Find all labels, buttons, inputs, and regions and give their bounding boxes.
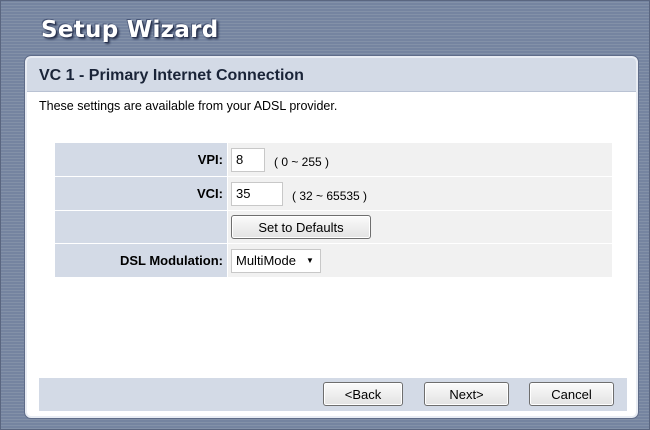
vpi-input[interactable]	[231, 147, 265, 172]
vci-label: VCI:	[55, 177, 227, 210]
vci-row: VCI: ( 32 ~ 65535 )	[55, 177, 612, 211]
cancel-button[interactable]: Cancel	[529, 382, 614, 406]
back-button[interactable]: <Back	[323, 382, 403, 406]
panel-title: VC 1 - Primary Internet Connection	[39, 67, 304, 84]
wizard-title: Setup Wizard	[41, 17, 219, 43]
dropdown-arrow-icon: ▼	[305, 256, 314, 265]
panel-header: VC 1 - Primary Internet Connection	[27, 58, 636, 92]
defaults-row: Set to Defaults	[55, 211, 612, 244]
defaults-row-label	[55, 211, 227, 243]
wizard-footer: <Back Next> Cancel	[39, 378, 627, 411]
dsl-modulation-select[interactable]: MultiMode ▼	[231, 248, 321, 273]
vci-input[interactable]	[231, 181, 283, 206]
next-button[interactable]: Next>	[424, 382, 509, 406]
set-to-defaults-button[interactable]: Set to Defaults	[231, 215, 371, 239]
vci-value-cell: ( 32 ~ 65535 )	[227, 177, 612, 210]
wizard-panel: VC 1 - Primary Internet Connection These…	[25, 56, 638, 418]
vci-range-hint: ( 32 ~ 65535 )	[292, 188, 368, 203]
connection-form: VPI: ( 0 ~ 255 ) VCI: ( 32 ~ 65535 ) Set…	[55, 143, 612, 278]
modulation-value-cell: MultiMode ▼	[227, 244, 612, 277]
vpi-value-cell: ( 0 ~ 255 )	[227, 143, 612, 176]
modulation-label: DSL Modulation:	[55, 244, 227, 277]
vpi-range-hint: ( 0 ~ 255 )	[274, 154, 330, 169]
dsl-modulation-selected: MultiMode	[236, 253, 296, 268]
defaults-value-cell: Set to Defaults	[227, 211, 612, 243]
vpi-row: VPI: ( 0 ~ 255 )	[55, 143, 612, 177]
setup-wizard-window: Setup Wizard VC 1 - Primary Internet Con…	[0, 0, 650, 430]
modulation-row: DSL Modulation: MultiMode ▼	[55, 244, 612, 278]
vpi-label: VPI:	[55, 143, 227, 176]
panel-description: These settings are available from your A…	[39, 99, 338, 113]
